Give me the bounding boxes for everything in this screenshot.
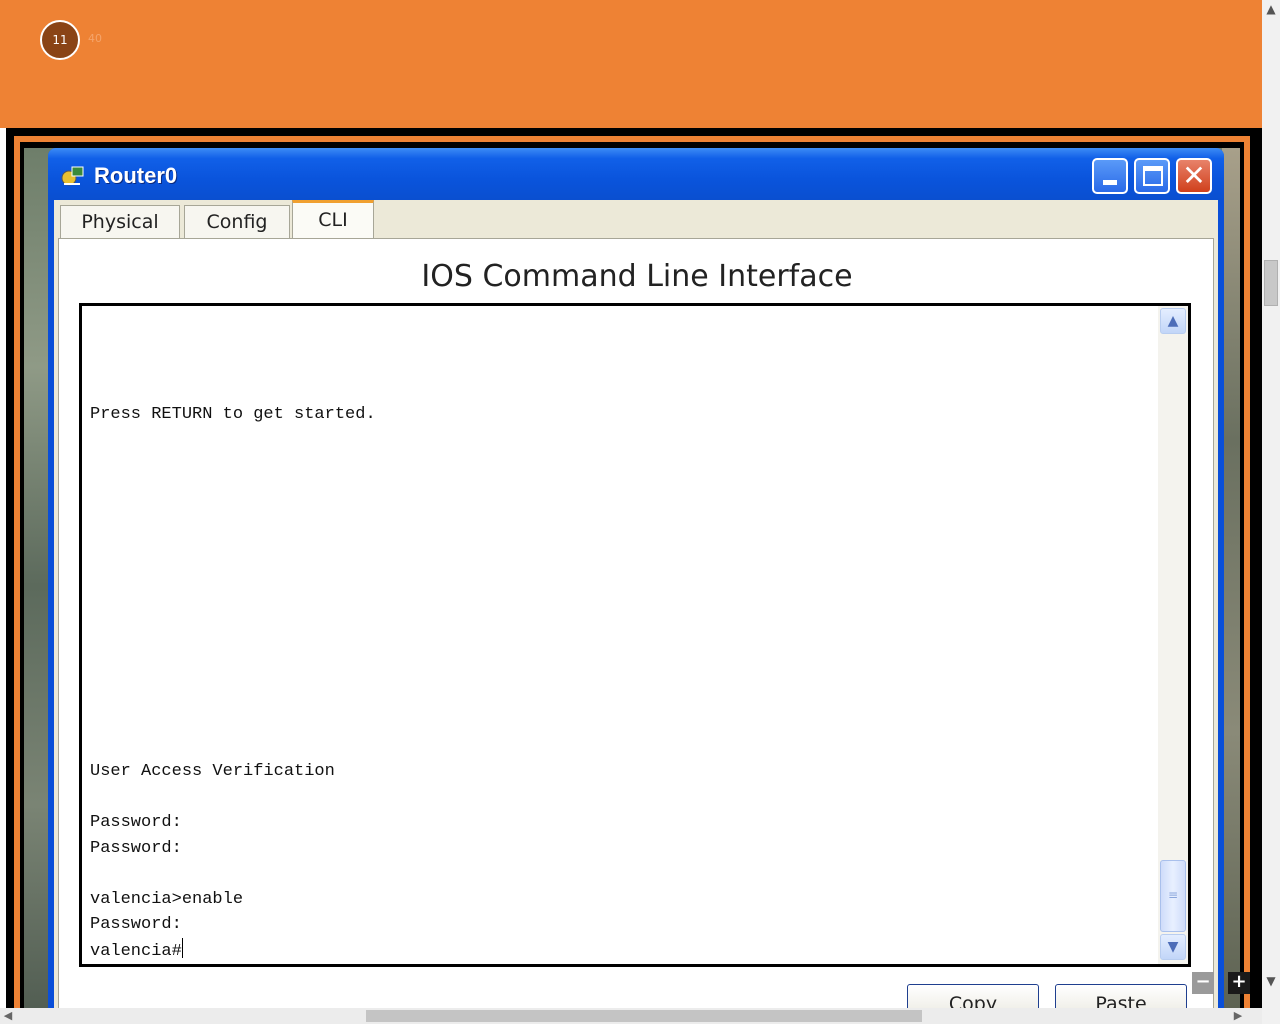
window-client-area: Physical Config CLI IOS Command Line Int… xyxy=(54,200,1218,1024)
console-scroll-down-icon[interactable]: ▼ xyxy=(1160,934,1186,960)
text-cursor xyxy=(181,937,183,958)
scroll-left-icon[interactable]: ◀ xyxy=(0,1008,16,1024)
zoom-out-button[interactable]: − xyxy=(1192,972,1214,994)
close-button[interactable]: ✕ xyxy=(1176,158,1212,194)
current-slide-number: 11 xyxy=(52,33,68,47)
console-line: Password: xyxy=(90,813,182,832)
cli-tab-panel: IOS Command Line Interface Press RETURN … xyxy=(58,238,1214,1024)
desktop-background-edge xyxy=(1222,148,1240,1024)
window-titlebar[interactable]: Router0 ✕ xyxy=(48,148,1224,200)
page-hscroll-thumb[interactable] xyxy=(366,1010,922,1022)
router-app-icon xyxy=(61,166,84,186)
total-slides: 40 xyxy=(88,32,102,45)
slide-banner: 11 40 xyxy=(0,0,1262,128)
minimize-button[interactable] xyxy=(1092,158,1128,194)
close-icon: ✕ xyxy=(1182,159,1206,192)
scroll-down-icon[interactable]: ▼ xyxy=(1262,972,1280,990)
console-line: Password: xyxy=(90,838,182,858)
console-line: valencia>enable xyxy=(90,889,244,909)
minimize-icon xyxy=(1103,180,1117,185)
tab-cli[interactable]: CLI xyxy=(292,200,374,239)
scroll-right-icon[interactable]: ▶ xyxy=(1230,1008,1246,1024)
console-line: valencia# xyxy=(90,937,376,965)
slide-number-badge[interactable]: 11 xyxy=(40,20,80,60)
page-vertical-scrollbar[interactable]: ▲ ▼ xyxy=(1262,0,1280,1024)
console-output[interactable]: Press RETURN to get started. User Access… xyxy=(90,402,376,964)
zoom-in-button[interactable]: + xyxy=(1228,972,1250,994)
cli-console[interactable]: Press RETURN to get started. User Access… xyxy=(79,303,1191,967)
page-scroll-thumb[interactable] xyxy=(1264,260,1278,306)
console-scroll-thumb[interactable]: ≡ xyxy=(1160,860,1186,932)
console-scroll-up-icon[interactable]: ▲ xyxy=(1160,308,1186,334)
maximize-icon xyxy=(1143,166,1163,186)
maximize-button[interactable] xyxy=(1134,158,1170,194)
console-line: User Access Verification xyxy=(90,762,335,781)
router-window: Router0 ✕ Physical Config CLI IOS Comman… xyxy=(48,148,1224,1024)
tab-config[interactable]: Config xyxy=(184,205,290,239)
cli-heading: IOS Command Line Interface xyxy=(421,259,853,294)
tab-physical[interactable]: Physical xyxy=(60,205,180,239)
console-line: Password: xyxy=(90,915,182,934)
page-horizontal-scrollbar[interactable]: ◀ ▶ xyxy=(0,1008,1262,1024)
console-line: Press RETURN to get started. xyxy=(90,405,376,424)
console-scrollbar[interactable]: ▲ ≡ ▼ xyxy=(1158,306,1188,964)
window-title: Router0 xyxy=(94,163,178,188)
scroll-up-icon[interactable]: ▲ xyxy=(1262,0,1280,18)
